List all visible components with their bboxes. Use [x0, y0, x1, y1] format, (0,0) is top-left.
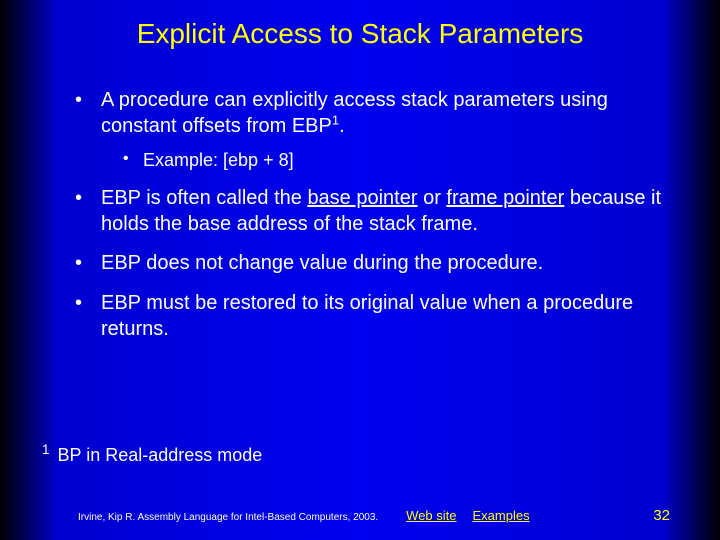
bullet-2-u2: frame pointer: [446, 187, 564, 209]
footnote-text: BP in Real-address mode: [53, 445, 263, 465]
examples-link[interactable]: Examples: [473, 508, 530, 523]
citation: Irvine, Kip R. Assembly Language for Int…: [78, 512, 378, 523]
footer: Irvine, Kip R. Assembly Language for Int…: [0, 507, 720, 524]
bullet-3: EBP does not change value during the pro…: [75, 251, 670, 277]
bullet-2-u1: base pointer: [307, 187, 417, 209]
footnote: 1 BP in Real-address mode: [42, 445, 262, 466]
website-link[interactable]: Web site: [406, 508, 456, 523]
slide-body: A procedure can explicitly access stack …: [0, 60, 720, 342]
bullet-list: A procedure can explicitly access stack …: [50, 88, 670, 342]
bullet-1: A procedure can explicitly access stack …: [75, 88, 670, 172]
bullet-1-text-post: .: [339, 115, 345, 137]
slide: Explicit Access to Stack Parameters A pr…: [0, 0, 720, 540]
page-number: 32: [653, 507, 670, 524]
slide-title: Explicit Access to Stack Parameters: [0, 0, 720, 60]
bullet-2-mid: or: [418, 187, 447, 209]
bullet-4: EBP must be restored to its original val…: [75, 291, 670, 342]
bullet-1-text-pre: A procedure can explicitly access stack …: [101, 89, 608, 137]
footnote-marker: 1: [42, 442, 50, 457]
bullet-1-sup: 1: [332, 112, 339, 127]
bullet-2: EBP is often called the base pointer or …: [75, 186, 670, 237]
bullet-2-pre: EBP is often called the: [101, 187, 307, 209]
sub-bullet-list: Example: [ebp + 8]: [101, 149, 670, 172]
sub-bullet-example: Example: [ebp + 8]: [123, 149, 670, 172]
